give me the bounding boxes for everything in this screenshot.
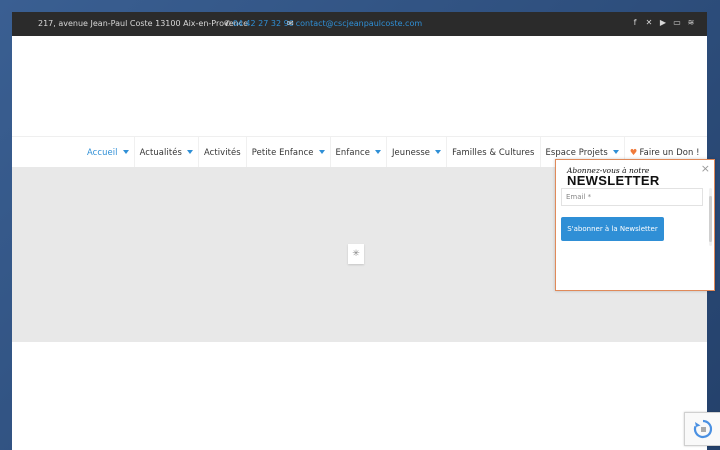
nav-label[interactable]: Actualités <box>140 147 182 157</box>
email-address[interactable]: contact@cscjeanpaulcoste.com <box>296 19 422 28</box>
x-icon[interactable]: ✕ <box>645 18 653 28</box>
address-text: 217, avenue Jean-Paul Coste 13100 Aix-en… <box>38 19 249 28</box>
phone-link[interactable]: ✆ 04 42 27 32 96 <box>224 19 294 28</box>
nav-label[interactable]: Espace Projets <box>546 147 608 157</box>
popup-scrollbar[interactable] <box>709 188 712 246</box>
recaptcha-icon <box>693 419 713 439</box>
tv-icon[interactable]: ▭ <box>673 18 681 28</box>
nav-label[interactable]: Familles & Cultures <box>452 147 534 157</box>
mail-icon: ✉ <box>287 19 294 28</box>
newsletter-title: NEWSLETTER <box>567 173 660 188</box>
nav-label[interactable]: Petite Enfance <box>252 147 314 157</box>
social-links: f ✕ ▶ ▭ ≋ <box>631 18 695 28</box>
chevron-down-icon <box>318 150 325 154</box>
phone-icon: ✆ <box>224 19 231 28</box>
recaptcha-badge[interactable] <box>684 412 720 446</box>
nav-item-accueil[interactable]: Accueil <box>82 137 135 167</box>
chevron-down-icon <box>186 150 193 154</box>
nav-label[interactable]: Jeunesse <box>392 147 430 157</box>
youtube-icon[interactable]: ▶ <box>659 18 667 28</box>
close-icon[interactable]: × <box>701 162 710 175</box>
nav-item-petite-enfance[interactable]: Petite Enfance <box>247 137 331 167</box>
top-bar: 217, avenue Jean-Paul Coste 13100 Aix-en… <box>12 12 707 36</box>
chevron-down-icon <box>374 150 381 154</box>
nav-label[interactable]: Enfance <box>336 147 370 157</box>
nav-label[interactable]: Faire un Don ! <box>639 147 699 157</box>
nav-item-familles-cultures[interactable]: Familles & Cultures <box>447 137 541 167</box>
facebook-icon[interactable]: f <box>631 18 639 28</box>
loading-spinner-icon: ✳ <box>348 244 364 264</box>
newsletter-popup: × Abonnez-vous à notre NEWSLETTER Email … <box>555 159 715 291</box>
chevron-down-icon <box>122 150 129 154</box>
nav-item-jeunesse[interactable]: Jeunesse <box>387 137 448 167</box>
rss-icon[interactable]: ≋ <box>687 18 695 28</box>
email-field[interactable]: Email * <box>561 188 703 206</box>
nav-label[interactable]: Accueil <box>87 147 118 157</box>
chevron-down-icon <box>612 150 619 154</box>
nav-item-activites[interactable]: Activités <box>199 137 247 167</box>
email-link[interactable]: ✉ contact@cscjeanpaulcoste.com <box>287 19 422 28</box>
nav-item-enfance[interactable]: Enfance <box>331 137 387 167</box>
nav-label[interactable]: Activités <box>204 147 241 157</box>
subscribe-button[interactable]: S'abonner à la Newsletter <box>561 217 664 241</box>
nav-item-actualites[interactable]: Actualités <box>135 137 199 167</box>
chevron-down-icon <box>435 150 442 154</box>
heart-icon: ♥ <box>629 147 638 157</box>
phone-number[interactable]: 04 42 27 32 96 <box>233 19 294 28</box>
